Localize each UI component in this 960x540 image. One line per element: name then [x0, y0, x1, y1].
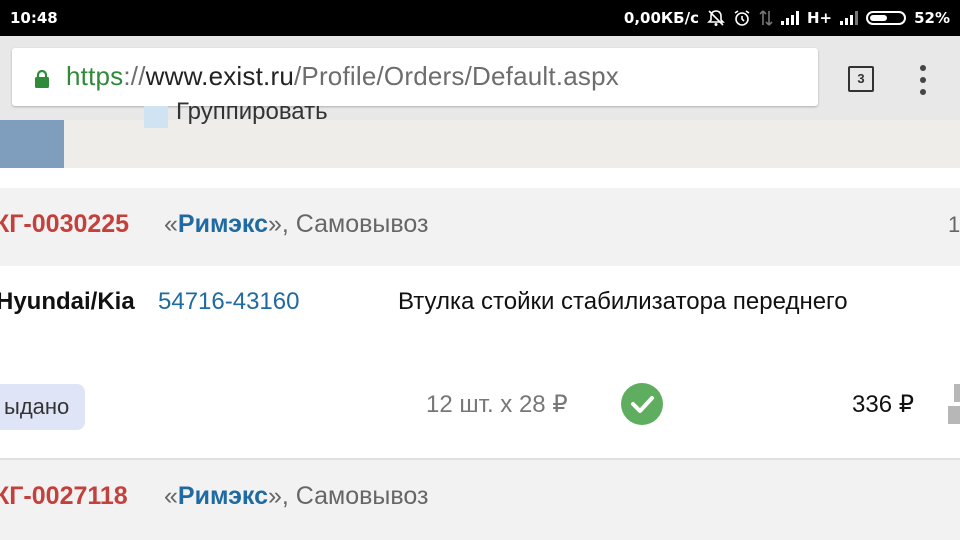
checkmark-icon [621, 383, 663, 425]
alarm-icon [733, 9, 751, 27]
battery-percent: 52% [914, 9, 950, 27]
order-number[interactable]: КГ-0027118 [0, 482, 128, 511]
tab-switcher-button[interactable]: 3 [848, 66, 874, 92]
item-total: 336 ₽ [852, 391, 914, 418]
group-label: Группировать [176, 98, 328, 125]
add-icon[interactable] [948, 384, 960, 424]
url-path: /Profile/Orders/Default.aspx [293, 61, 619, 91]
order-header[interactable]: КГ-0027118 «Римэкс», Самовывоз [0, 460, 960, 538]
network-type: H+ [806, 9, 833, 27]
item-part-number[interactable]: 54716-43160 [158, 288, 299, 316]
item-description: Втулка стойки стабилизатора переднего [398, 288, 848, 315]
status-right-group: 0,00КБ/с H+ 52% [624, 9, 950, 27]
address-bar[interactable]: https://www.exist.ru/Profile/Orders/Defa… [12, 48, 818, 106]
status-time: 10:48 [10, 9, 58, 27]
order-number[interactable]: КГ-0030225 [0, 210, 129, 239]
order-item: Hyundai/Kia 54716-43160 Втулка стойки ст… [0, 266, 960, 458]
page-content: Группировать КГ-0030225 «Римэкс», Самовы… [0, 98, 960, 540]
url-host: www.exist.ru [145, 61, 294, 91]
order-right-fragment: 1 [948, 212, 960, 237]
overflow-menu-icon[interactable] [920, 65, 926, 95]
url-text[interactable]: https://www.exist.ru/Profile/Orders/Defa… [66, 61, 619, 92]
supplier-name[interactable]: Римэкс [178, 210, 268, 238]
delivery-method: », Самовывоз [268, 482, 429, 510]
url-separator: :// [123, 61, 146, 91]
net-speed: 0,00КБ/с [623, 9, 699, 27]
item-qty-price: 12 шт. x 28 ₽ [426, 391, 568, 418]
quote-open: « [164, 482, 178, 510]
item-brand: Hyundai/Kia [0, 288, 135, 315]
data-arrows-icon [759, 9, 773, 27]
order-supplier: «Римэкс», Самовывоз [164, 210, 428, 239]
muted-bell-icon [707, 9, 725, 27]
spacer [0, 168, 960, 188]
status-bar: 10:48 0,00КБ/с H+ 52% [0, 0, 960, 36]
signal-icon [840, 11, 859, 25]
order-supplier: «Римэкс», Самовывоз [164, 482, 428, 511]
group-checkbox[interactable] [144, 106, 168, 128]
supplier-name[interactable]: Римэкс [178, 482, 268, 510]
left-panel-block [0, 120, 64, 168]
order-header[interactable]: КГ-0030225 «Римэкс», Самовывоз 1 [0, 188, 960, 266]
url-scheme: https [66, 61, 124, 91]
lock-icon [34, 69, 50, 93]
delivery-method: », Самовывоз [268, 210, 429, 238]
quote-open: « [164, 210, 178, 238]
battery-icon [866, 11, 907, 25]
status-badge: ыдано [0, 384, 86, 430]
signal-icon [780, 11, 799, 25]
